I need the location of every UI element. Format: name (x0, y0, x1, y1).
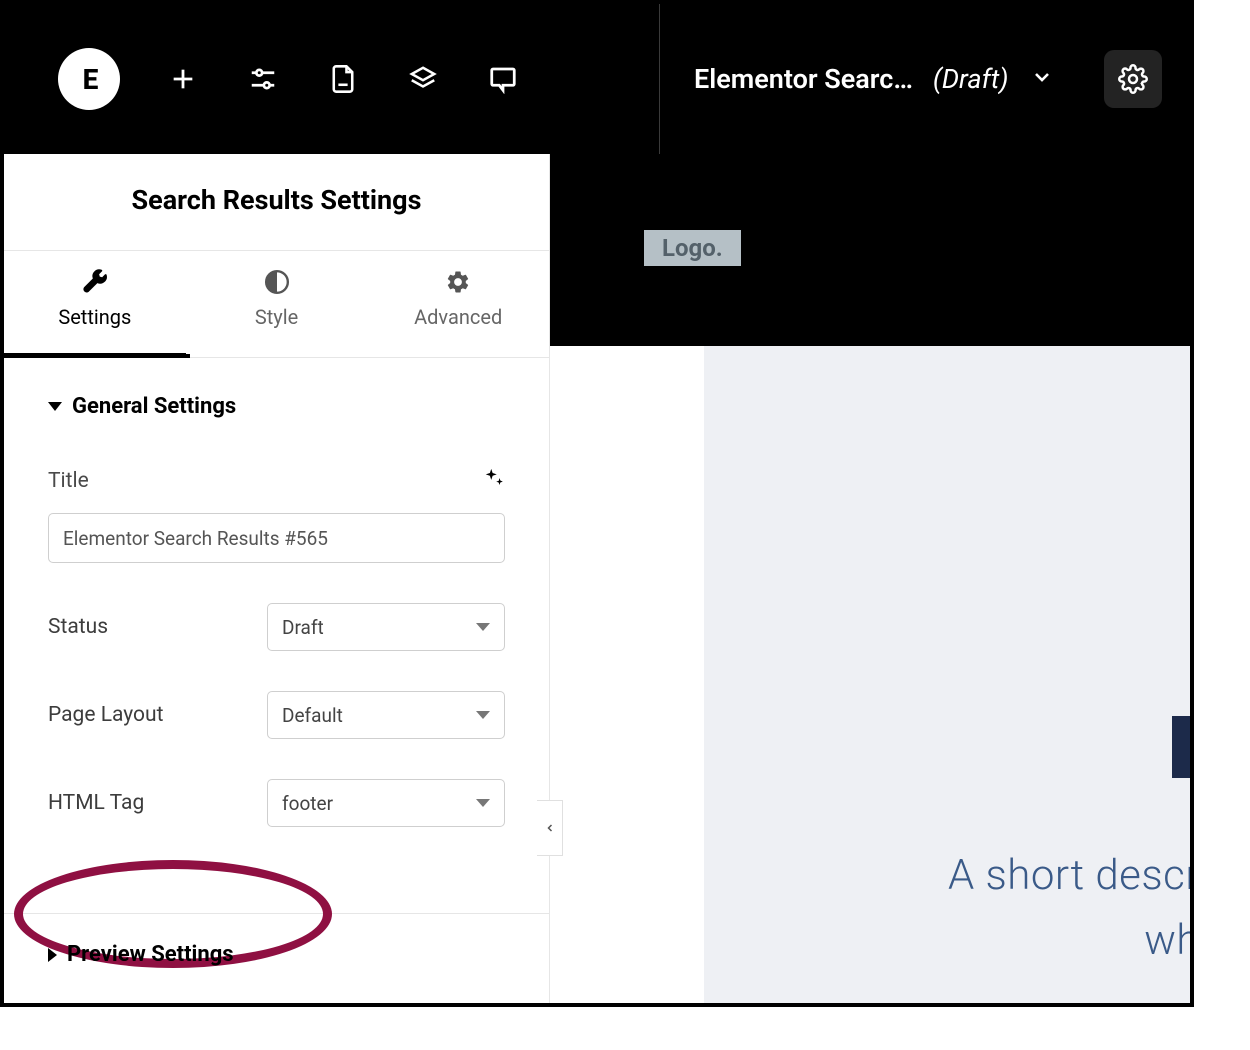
sliders-icon (248, 64, 278, 94)
title-input[interactable] (48, 513, 505, 563)
workspace: Search Results Settings Settings Style A… (4, 154, 1190, 1003)
canvas-content[interactable]: A short descr wh (704, 346, 1190, 1003)
section-general-header[interactable]: General Settings (4, 358, 549, 435)
tab-settings[interactable]: Settings (4, 251, 186, 357)
chevron-down-icon (476, 711, 490, 719)
caret-right-icon (48, 948, 57, 962)
top-bar-left: E (4, 4, 660, 154)
canvas: Logo. A short descr wh (550, 154, 1190, 1003)
canvas-body: A short descr wh (550, 346, 1190, 1003)
tab-advanced-label: Advanced (414, 305, 502, 329)
ai-sparkle-button[interactable] (483, 467, 505, 495)
document-menu-toggle[interactable] (1030, 65, 1054, 93)
hero-text: A short descr wh (948, 843, 1190, 973)
status-value: Draft (282, 616, 324, 639)
document-status: (Draft) (933, 63, 1009, 95)
status-label: Status (48, 615, 108, 639)
section-general-label: General Settings (72, 394, 236, 419)
plus-icon (169, 65, 197, 93)
status-select[interactable]: Draft (267, 603, 505, 651)
title-row: Title (48, 467, 505, 495)
layout-label: Page Layout (48, 703, 163, 727)
hero-line-1: A short descr (948, 843, 1190, 908)
title-label: Title (48, 469, 89, 493)
canvas-gutter (550, 346, 704, 1003)
section-preview-label: Preview Settings (67, 942, 234, 967)
tab-underline (4, 354, 190, 358)
cog-icon (445, 269, 471, 295)
section-general-body: Title Status Draft Page Layout (4, 435, 549, 837)
layout-row: Page Layout Default (48, 691, 505, 739)
hero-line-2: wh (948, 908, 1190, 973)
document-button[interactable] (326, 62, 360, 96)
top-bar-right: Elementor Searc… (Draft) (660, 4, 1190, 154)
wrench-icon (82, 269, 108, 295)
chevron-down-icon (476, 799, 490, 807)
logo-placeholder[interactable]: Logo. (644, 230, 741, 266)
chevron-left-icon (544, 821, 556, 835)
panel-title: Search Results Settings (4, 154, 549, 251)
add-element-button[interactable] (166, 62, 200, 96)
tab-style-label: Style (255, 305, 298, 329)
elementor-logo-text: E (83, 63, 96, 96)
site-settings-button[interactable] (246, 62, 280, 96)
contrast-icon (264, 269, 290, 295)
canvas-header: Logo. (550, 154, 1190, 346)
tab-style[interactable]: Style (186, 251, 368, 357)
htmltag-value: footer (282, 792, 333, 815)
elementor-logo[interactable]: E (58, 48, 120, 110)
tab-settings-label: Settings (58, 305, 131, 329)
chevron-down-icon (1030, 65, 1054, 89)
chat-icon (488, 64, 518, 94)
htmltag-label: HTML Tag (48, 791, 144, 815)
page-settings-button[interactable] (1104, 50, 1162, 108)
gear-icon (1118, 64, 1148, 94)
layout-select[interactable]: Default (267, 691, 505, 739)
top-bar: E Elementor Searc… (Draft) (4, 4, 1190, 154)
status-row: Status Draft (48, 603, 505, 651)
htmltag-select[interactable]: footer (267, 779, 505, 827)
sidebar-collapse-button[interactable] (537, 800, 563, 856)
layers-button[interactable] (406, 62, 440, 96)
settings-sidebar: Search Results Settings Settings Style A… (4, 154, 550, 1003)
section-preview-header[interactable]: Preview Settings (4, 914, 549, 995)
caret-down-icon (48, 402, 62, 411)
htmltag-row: HTML Tag footer (48, 779, 505, 827)
document-icon (329, 64, 357, 94)
layout-value: Default (282, 704, 343, 727)
layers-icon (408, 64, 438, 94)
side-ribbon[interactable] (1172, 716, 1190, 778)
panel-tabs: Settings Style Advanced (4, 251, 549, 358)
tab-advanced[interactable]: Advanced (367, 251, 549, 357)
document-title[interactable]: Elementor Searc… (694, 63, 913, 95)
sparkle-icon (483, 467, 505, 489)
chevron-down-icon (476, 623, 490, 631)
comments-button[interactable] (486, 62, 520, 96)
